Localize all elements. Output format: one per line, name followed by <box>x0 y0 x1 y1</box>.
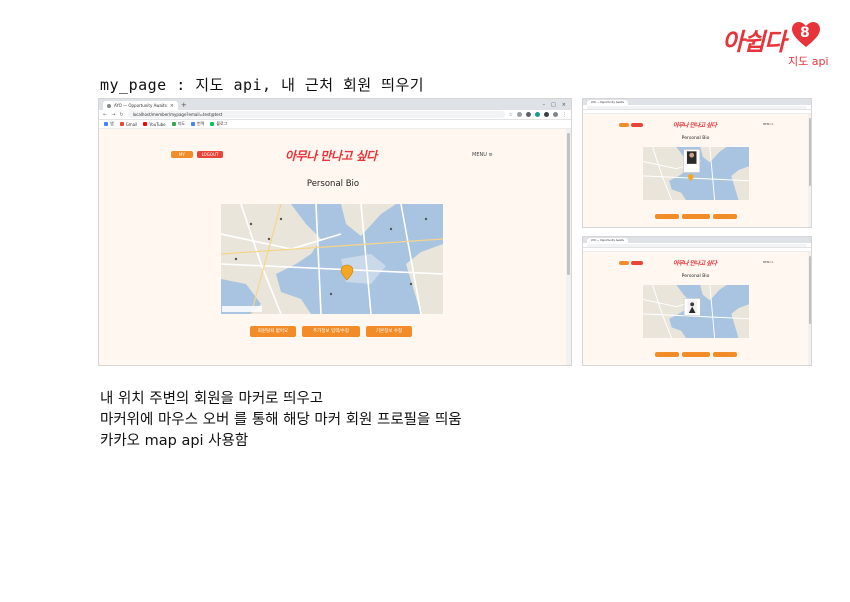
close-window-icon[interactable]: × <box>562 102 566 108</box>
browser-tab[interactable]: AYO — Opportunity Awaits <box>587 238 628 243</box>
extension-icon[interactable] <box>535 112 540 117</box>
extension-icon[interactable] <box>517 112 522 117</box>
bookmark-item[interactable]: 번역 <box>191 121 204 127</box>
brand-number: 8 <box>800 25 810 41</box>
menu-button[interactable]: MENU ≡ <box>472 152 493 158</box>
site-logo[interactable]: 아무나 만나고 싶다 <box>673 258 717 267</box>
close-icon[interactable]: × <box>170 103 174 109</box>
brand-logo: 아쉽다 8 지도 api <box>722 22 832 68</box>
browser-tab[interactable]: AYO — Opportunity Awaits <box>587 100 628 105</box>
minimize-icon[interactable]: – <box>543 102 546 108</box>
my-button[interactable] <box>619 123 629 127</box>
bookmark-item[interactable]: 앱 <box>104 121 114 127</box>
favicon-icon <box>107 103 111 108</box>
scroll-thumb[interactable] <box>808 118 811 187</box>
description-line: 마커위에 마우스 오버 를 통해 해당 마커 회원 프로필을 띄움 <box>100 412 462 428</box>
bookmark-item[interactable]: 블로그 <box>210 121 227 127</box>
description-line: 내 위치 주변의 회원을 마커로 띄우고 <box>100 391 324 407</box>
kakao-map[interactable] <box>221 204 443 314</box>
scroll-thumb[interactable] <box>808 256 811 325</box>
page-scrollbar[interactable] <box>808 252 811 365</box>
edit-basic-info-button[interactable]: 기본정보 수정 <box>366 326 412 337</box>
profile-avatar-icon[interactable] <box>553 112 558 117</box>
more-icon[interactable]: ⋮ <box>562 112 567 118</box>
withdraw-button[interactable]: 회원탈퇴 없어요 <box>250 326 296 337</box>
menu-button[interactable]: MENU ≡ <box>763 123 773 126</box>
extra-info-button[interactable] <box>682 214 710 219</box>
url-input[interactable] <box>587 243 807 247</box>
brand-logo-text: 아쉽다 <box>722 28 786 56</box>
bio-title: Personal Bio <box>306 179 360 189</box>
back-icon[interactable]: ← <box>103 112 107 118</box>
extension-icon[interactable] <box>526 112 531 117</box>
logout-button[interactable] <box>631 123 643 127</box>
menu-button[interactable]: MENU ≡ <box>763 261 773 264</box>
new-tab-icon[interactable]: + <box>181 101 187 109</box>
tab-title: AYO — Opportunity Awaits <box>114 103 167 108</box>
bookmark-item[interactable]: Gmail <box>119 122 137 127</box>
url-input[interactable]: localhost/member/mypage?email=test@test <box>127 111 505 118</box>
page-scrollbar[interactable] <box>808 114 811 227</box>
bio-title: Personal Bio <box>681 136 710 141</box>
maps-icon <box>171 122 176 126</box>
forward-icon[interactable]: → <box>111 112 115 118</box>
edit-basic-info-button[interactable] <box>713 352 737 357</box>
logout-button[interactable]: LOGOUT <box>197 151 223 158</box>
slide-title: my_page : 지도 api, 내 근처 회원 띄우기 <box>100 76 425 94</box>
withdraw-button[interactable] <box>655 214 679 219</box>
youtube-icon <box>143 122 148 126</box>
url-input[interactable] <box>587 105 807 109</box>
maximize-icon[interactable]: □ <box>551 102 556 108</box>
address-bar-row: ← → ↻ localhost/member/mypage?email=test… <box>99 110 571 120</box>
page-scrollbar[interactable] <box>566 129 571 365</box>
browser-tab[interactable]: AYO — Opportunity Awaits × <box>103 101 178 110</box>
bio-title: Personal Bio <box>681 274 710 279</box>
extra-info-button[interactable] <box>682 352 710 357</box>
tab-title: AYO — Opportunity Awaits <box>591 101 624 104</box>
extra-info-button[interactable]: 주가정보 입력/수정 <box>302 326 360 337</box>
tab-bar: AYO — Opportunity Awaits × + – □ × <box>99 99 571 110</box>
site-logo[interactable]: 아무나 만나고 싶다 <box>285 147 377 164</box>
description-line: 카카오 map api 사용함 <box>100 433 249 449</box>
tab-title: AYO — Opportunity Awaits <box>591 239 624 242</box>
reload-icon[interactable]: ↻ <box>119 112 123 118</box>
scroll-thumb[interactable] <box>567 133 570 275</box>
withdraw-button[interactable] <box>655 352 679 357</box>
extension-icon[interactable] <box>544 112 549 117</box>
browser-window-side-1: AYO — Opportunity Awaits 아무나 만나고 싶다 MENU… <box>582 98 812 228</box>
translate-icon <box>191 122 195 126</box>
page-content: MY LOGOUT 아무나 만나고 싶다 MENU ≡ Personal Bio <box>99 129 571 365</box>
gmail-icon <box>119 122 124 126</box>
brand-subtitle: 지도 api <box>788 55 829 68</box>
page-content: 아무나 만나고 싶다 MENU ≡ Personal Bio <box>583 114 811 227</box>
browser-window-side-2: AYO — Opportunity Awaits 아무나 만나고 싶다 MENU… <box>582 236 812 366</box>
slide-description: 내 위치 주변의 회원을 마커로 띄우고 마커위에 마우스 오버 를 통해 해당… <box>100 389 462 452</box>
page-content: 아무나 만나고 싶다 MENU ≡ Personal Bio <box>583 252 811 365</box>
bookmark-item[interactable]: 지도 <box>171 121 185 127</box>
edit-basic-info-button[interactable] <box>713 214 737 219</box>
blog-icon <box>210 122 215 126</box>
kakao-map[interactable] <box>643 285 749 338</box>
my-button[interactable]: MY <box>171 151 193 158</box>
bookmark-item[interactable]: YouTube <box>143 122 166 127</box>
logout-button[interactable] <box>631 261 643 265</box>
my-button[interactable] <box>619 261 629 265</box>
kakao-map[interactable] <box>643 147 749 200</box>
apps-icon <box>104 122 108 126</box>
browser-window-main: AYO — Opportunity Awaits × + – □ × ← → ↻… <box>98 98 572 366</box>
star-icon[interactable]: ☆ <box>509 112 513 118</box>
window-controls: – □ × <box>543 102 571 108</box>
bookmarks-bar: 앱 Gmail YouTube 지도 번역 블로그 <box>99 120 571 129</box>
site-logo[interactable]: 아무나 만나고 싶다 <box>673 120 717 129</box>
